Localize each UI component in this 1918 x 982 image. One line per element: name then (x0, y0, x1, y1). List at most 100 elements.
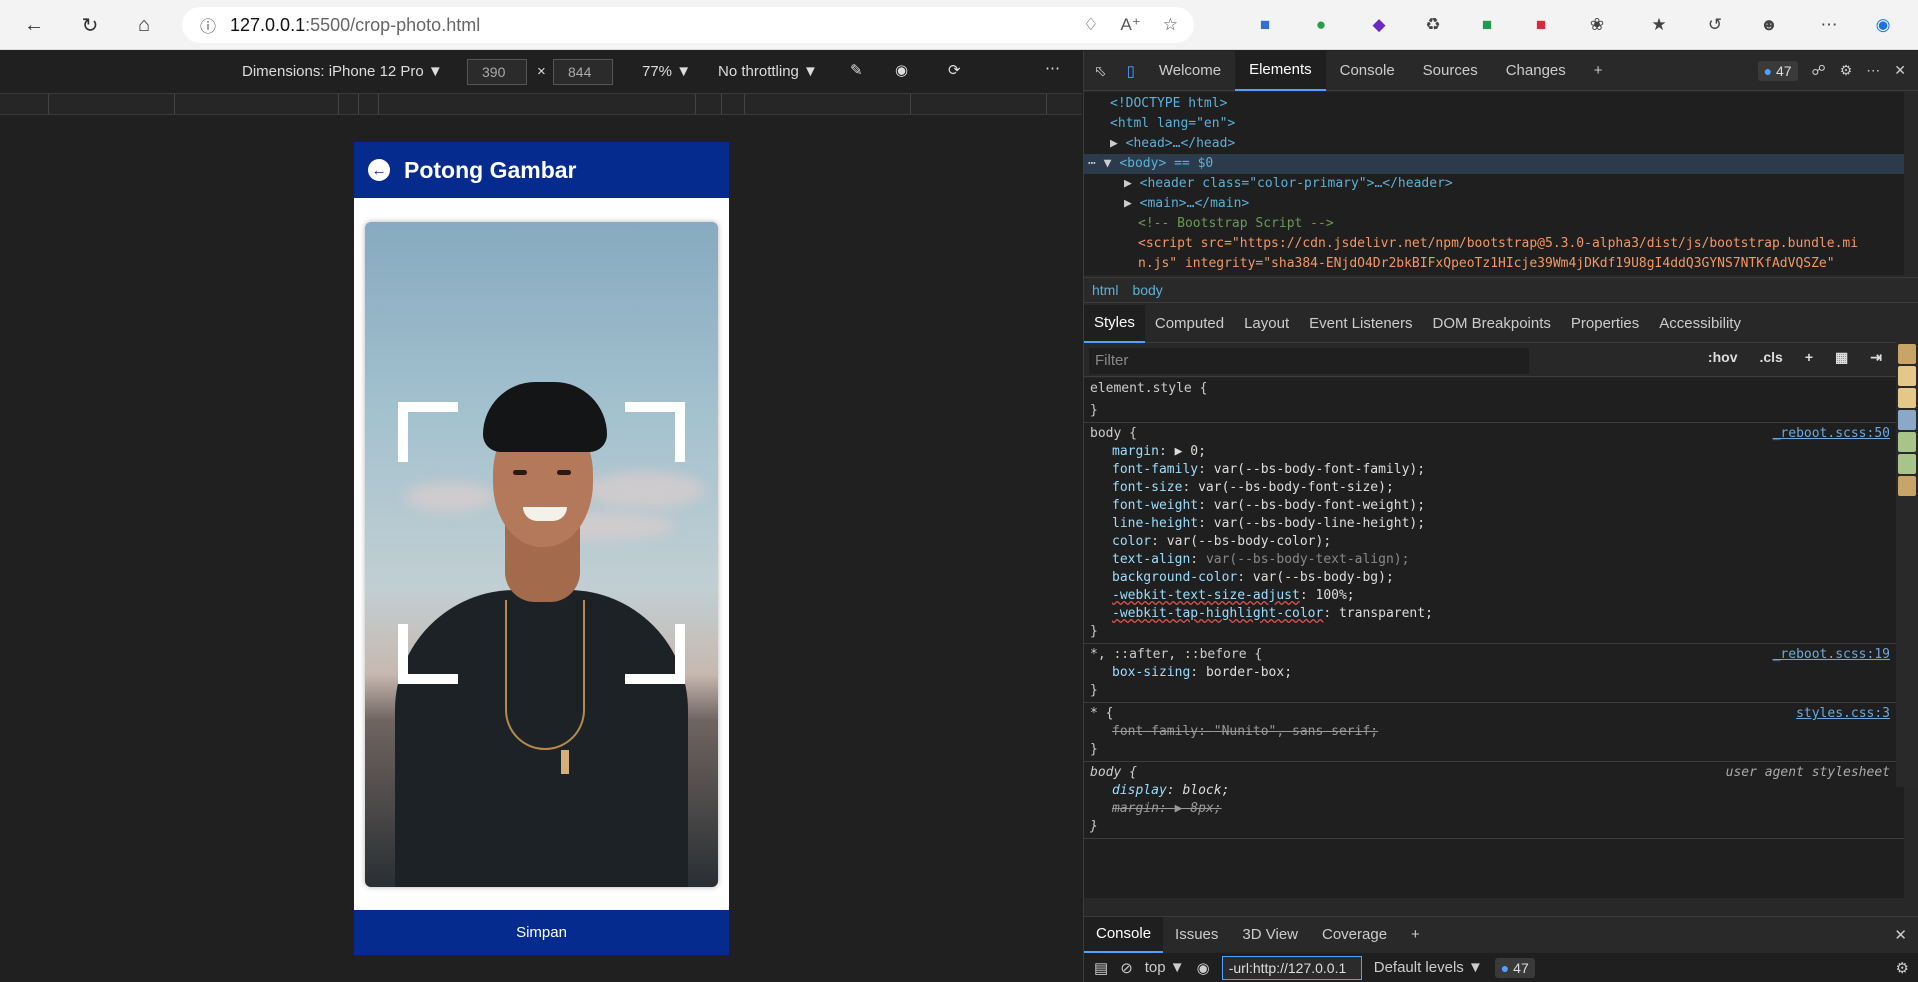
star-rule[interactable]: * { styles.css:3 font-family: "Nunito", … (1084, 703, 1904, 762)
clear-console-icon[interactable]: ⊘ (1120, 959, 1133, 977)
back-circle-arrow-icon[interactable]: ← (368, 159, 390, 181)
hov-toggle[interactable]: :hov (1708, 349, 1738, 366)
reload-icon[interactable]: ↻ (70, 5, 110, 45)
dom-tree[interactable]: <!DOCTYPE html> <html lang="en"> ▶ <head… (1084, 92, 1904, 275)
css-property-overridden[interactable]: font-family: "Nunito", sans-serif; (1090, 723, 1898, 741)
device-toggle-icon[interactable]: ▯ (1117, 51, 1145, 91)
vision-icon[interactable]: ◉ (895, 61, 908, 79)
crop-corner-bottom-right[interactable] (625, 624, 685, 684)
height-input[interactable]: 844 (553, 59, 613, 85)
tab-elements[interactable]: Elements (1235, 50, 1326, 91)
history-icon[interactable]: ↺ (1700, 10, 1730, 40)
drawer-close-icon[interactable]: ✕ (1882, 917, 1918, 953)
tab-welcome[interactable]: Welcome (1145, 51, 1235, 91)
dom-line[interactable]: <script src="https://cdn.jsdelivr.net/np… (1084, 234, 1904, 254)
copilot-icon[interactable]: ◉ (1868, 10, 1898, 40)
dom-line[interactable]: <html lang="en"> (1084, 114, 1904, 134)
css-property[interactable]: font-size: var(--bs-body-font-size); (1090, 479, 1898, 497)
home-icon[interactable]: ⌂ (124, 5, 164, 45)
dom-line[interactable]: <!-- Bootstrap Script --> (1084, 214, 1904, 234)
console-issues-badge[interactable]: ● 47 (1494, 957, 1535, 978)
dom-line[interactable]: n.js" integrity="sha384-ENjdO4Dr2bkBIFxQ… (1084, 254, 1904, 274)
info-icon[interactable]: ⓘ (200, 13, 216, 37)
sidebar-icon[interactable]: ▤ (1094, 959, 1108, 977)
add-tab-icon[interactable]: + (1580, 51, 1617, 91)
css-property[interactable]: box-sizing: border-box; (1090, 664, 1898, 682)
save-button[interactable]: Simpan (354, 910, 729, 955)
css-property[interactable]: line-height: var(--bs-body-line-height); (1090, 515, 1898, 533)
drawer-tab-3d-view[interactable]: 3D View (1230, 917, 1310, 953)
tab-dom-breakpoints[interactable]: DOM Breakpoints (1423, 305, 1561, 343)
crop-corner-top-left[interactable] (398, 402, 458, 462)
eyedropper-icon[interactable]: ✎ (850, 61, 863, 79)
read-aloud-icon[interactable]: A⁺ (1120, 15, 1140, 35)
device-dimensions-select[interactable]: Dimensions: iPhone 12 Pro ▼ (242, 63, 443, 80)
css-property[interactable]: font-weight: var(--bs-body-font-weight); (1090, 497, 1898, 515)
css-property-overridden[interactable]: margin: ▶ 8px; (1090, 800, 1898, 818)
tab-properties[interactable]: Properties (1561, 305, 1649, 343)
context-select[interactable]: top ▼ (1145, 959, 1185, 976)
dom-line[interactable]: <!DOCTYPE html> (1084, 94, 1904, 114)
source-link[interactable]: styles.css:3 (1796, 705, 1890, 723)
css-property[interactable]: margin: ▶ 0; (1090, 443, 1898, 461)
css-property[interactable]: background-color: var(--bs-body-bg); (1090, 569, 1898, 587)
drawer-tab-coverage[interactable]: Coverage (1310, 917, 1399, 953)
recycle-extension-icon[interactable]: ♻ (1418, 10, 1448, 40)
console-filter-input[interactable]: -url:http://127.0.0.1 (1221, 955, 1362, 980)
width-input[interactable]: 390 (467, 59, 527, 85)
ua-rule[interactable]: body { user agent stylesheet display: bl… (1084, 762, 1904, 839)
puzzle-extension-icon[interactable]: ◆ (1364, 10, 1394, 40)
tab-changes[interactable]: Changes (1492, 51, 1580, 91)
favorites-icon[interactable]: ★ (1644, 10, 1674, 40)
dom-line[interactable]: ▶ <head>…</head> (1084, 134, 1904, 154)
source-link[interactable]: _reboot.scss:19 (1773, 646, 1890, 664)
drawer-add-tab-icon[interactable]: + (1399, 917, 1432, 953)
globe-extension-icon[interactable]: ● (1306, 10, 1336, 40)
tab-sources[interactable]: Sources (1409, 51, 1492, 91)
console-settings-icon[interactable]: ⚙ (1896, 959, 1909, 977)
crop-corner-bottom-left[interactable] (398, 624, 458, 684)
css-property[interactable]: -webkit-text-size-adjust: 100%; (1090, 587, 1898, 605)
rotate-icon[interactable]: ⟳ (948, 61, 961, 79)
more-menu-icon[interactable]: ⋯ (1814, 10, 1844, 40)
throttling-select[interactable]: No throttling ▼ (718, 63, 818, 80)
network-icon[interactable]: ☍ (1812, 62, 1826, 79)
dom-line[interactable]: ▶ <header class="color-primary">…</heade… (1084, 174, 1904, 194)
sidebar-toggle-icon[interactable]: ⇥ (1870, 349, 1882, 366)
tab-styles[interactable]: Styles (1084, 304, 1145, 343)
source-link[interactable]: _reboot.scss:50 (1773, 425, 1890, 443)
breadcrumb-html[interactable]: html (1092, 282, 1118, 298)
body-rule[interactable]: body { _reboot.scss:50 margin: ▶ 0; font… (1084, 423, 1904, 644)
tab-accessibility[interactable]: Accessibility (1649, 305, 1751, 343)
levels-select[interactable]: Default levels ▼ (1374, 959, 1483, 976)
crop-corner-top-right[interactable] (625, 402, 685, 462)
tab-console[interactable]: Console (1326, 51, 1409, 91)
crop-photo[interactable] (365, 222, 718, 887)
breadcrumb-body[interactable]: body (1132, 282, 1162, 298)
live-expression-eye-icon[interactable]: ◉ (1197, 959, 1210, 977)
css-property[interactable]: color: var(--bs-body-color); (1090, 533, 1898, 551)
tag-icon[interactable]: ♢ (1083, 15, 1098, 35)
issues-badge[interactable]: ● 47 (1757, 60, 1798, 81)
tab-layout[interactable]: Layout (1234, 305, 1299, 343)
tab-event-listeners[interactable]: Event Listeners (1299, 305, 1422, 343)
styles-filter-input[interactable]: Filter (1089, 347, 1529, 374)
green-extension-icon[interactable]: ■ (1472, 10, 1502, 40)
css-property[interactable]: font-family: var(--bs-body-font-family); (1090, 461, 1898, 479)
devtools-more-icon[interactable]: ⋯ (1866, 62, 1880, 79)
translate-extension-icon[interactable]: ■ (1250, 10, 1280, 40)
close-devtools-icon[interactable]: ✕ (1894, 62, 1906, 79)
css-property[interactable]: -webkit-tap-highlight-color: transparent… (1090, 605, 1898, 623)
back-arrow-icon[interactable]: ← (14, 5, 54, 45)
extensions-icon[interactable]: ❀ (1582, 10, 1612, 40)
tab-computed[interactable]: Computed (1145, 305, 1234, 343)
drawer-tab-issues[interactable]: Issues (1163, 917, 1230, 953)
css-property[interactable]: text-align: var(--bs-body-text-align); (1090, 551, 1898, 569)
universal-rule[interactable]: *, ::after, ::before { _reboot.scss:19 b… (1084, 644, 1904, 703)
cls-toggle[interactable]: .cls (1759, 349, 1782, 366)
paint-icon[interactable]: ▦ (1835, 349, 1848, 366)
styles-pane[interactable]: element.style { } body { _reboot.scss:50… (1084, 378, 1904, 898)
address-bar[interactable]: ⓘ 127.0.0.1:5500/crop-photo.html ♢ A⁺ ☆ (182, 7, 1194, 43)
media-query-ruler[interactable] (0, 93, 1082, 115)
inspect-icon[interactable]: ⬁ (1084, 51, 1117, 91)
